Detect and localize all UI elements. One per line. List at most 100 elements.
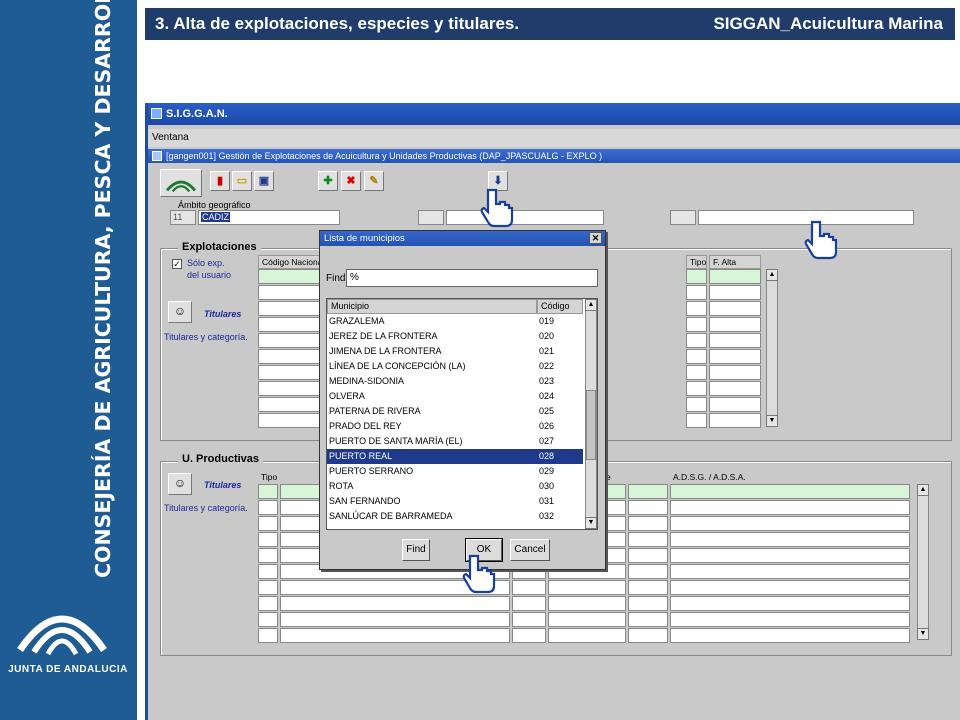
scroll-down-icon[interactable]: ▼ [766,415,778,427]
uproductiva-cell[interactable] [628,516,668,531]
ambito-name2-field[interactable] [446,210,604,225]
uproductiva-cell[interactable] [280,612,510,627]
explotacion-cell[interactable] [258,269,324,284]
explotacion-cell[interactable] [709,413,761,428]
explotacion-cell[interactable] [258,333,324,348]
menu-ventana[interactable]: Ventana [152,132,189,143]
titulares-button-label[interactable]: Titulares [204,309,241,319]
municipio-row[interactable]: PUERTO DE SANTA MARÍA (EL) 027 [327,434,583,449]
explotacion-cell[interactable] [686,397,707,412]
municipio-row[interactable]: OLVERA 024 [327,389,583,404]
uproductiva-cell[interactable] [628,548,668,563]
save-button[interactable]: ▣ [254,171,274,191]
explotacion-cell[interactable] [709,285,761,300]
municipio-row[interactable]: JIMENA DE LA FRONTERA 021 [327,344,583,359]
titulares-icon-button[interactable]: ☺ [168,301,192,323]
uproductiva-cell[interactable] [258,532,278,547]
uproductiva-cell[interactable] [670,612,910,627]
explotacion-cell[interactable] [686,349,707,364]
uproductiva-cell[interactable] [628,612,668,627]
uproductiva-cell[interactable] [628,484,668,499]
uproductiva-cell[interactable] [258,612,278,627]
uproductiva-cell[interactable] [670,516,910,531]
uproductiva-cell[interactable] [670,532,910,547]
uproductiva-cell[interactable] [280,596,510,611]
uproductiva-cell[interactable] [258,516,278,531]
scroll-up-icon[interactable]: ▲ [917,484,929,496]
uproductiva-cell[interactable] [670,500,910,515]
scroll-down-icon[interactable]: ▼ [585,517,597,529]
uproductiva-cell[interactable] [670,564,910,579]
cancel-button[interactable]: Cancel [510,539,550,561]
municipios-scrollbar[interactable]: ▲ ▼ [585,299,597,529]
uproductivas-scrollbar[interactable]: ▲ ▼ [917,484,929,640]
edit-button[interactable]: ✎ [364,171,384,191]
municipio-row[interactable]: JEREZ DE LA FRONTERA 020 [327,329,583,344]
explotacion-cell[interactable] [258,397,324,412]
explotacion-cell[interactable] [258,381,324,396]
scroll-thumb[interactable] [586,390,596,460]
uproductiva-cell[interactable] [258,564,278,579]
explotacion-cell[interactable] [258,365,324,380]
explotacion-cell[interactable] [686,333,707,348]
municipio-row[interactable]: SANLÚCAR DE BARRAMEDA 032 [327,509,583,524]
uproductiva-cell[interactable] [512,628,546,643]
find-input[interactable]: % [346,269,598,287]
explotacion-cell[interactable] [709,365,761,380]
uproductiva-cell[interactable] [628,532,668,547]
uproductiva-cell[interactable] [670,580,910,595]
uproductiva-cell[interactable] [512,580,546,595]
municipio-row[interactable]: LÍNEA DE LA CONCEPCIÓN (LA) 022 [327,359,583,374]
uproductiva-cell[interactable] [258,596,278,611]
uproductiva-cell[interactable] [512,612,546,627]
uproductiva-cell[interactable] [258,484,278,499]
explotacion-cell[interactable] [709,333,761,348]
scroll-up-icon[interactable]: ▲ [766,269,778,281]
uproductiva-cell[interactable] [258,580,278,595]
explotacion-cell[interactable] [709,269,761,284]
explotaciones-scrollbar[interactable]: ▲ ▼ [766,269,778,427]
explotacion-cell[interactable] [258,349,324,364]
explotacion-cell[interactable] [686,381,707,396]
uproductiva-cell[interactable] [628,628,668,643]
explotacion-cell[interactable] [709,397,761,412]
open-button[interactable]: ▭ [232,171,252,191]
uproductiva-cell[interactable] [258,628,278,643]
municipio-row[interactable]: PUERTO SERRANO 029 [327,464,583,479]
explotacion-cell[interactable] [258,285,324,300]
uproductiva-cell[interactable] [548,612,626,627]
up-titulares-icon-button[interactable]: ☺ [168,473,192,495]
explotacion-cell[interactable] [709,349,761,364]
explotacion-cell[interactable] [709,317,761,332]
explotacion-cell[interactable] [709,381,761,396]
uproductiva-cell[interactable] [548,596,626,611]
uproductiva-cell[interactable] [628,596,668,611]
explotacion-cell[interactable] [686,285,707,300]
uproductiva-cell[interactable] [280,628,510,643]
uproductiva-cell[interactable] [258,500,278,515]
explotacion-cell[interactable] [686,413,707,428]
explotacion-cell[interactable] [258,301,324,316]
delete-record-button[interactable]: ✖ [341,171,361,191]
explotacion-cell[interactable] [258,317,324,332]
uproductiva-cell[interactable] [670,548,910,563]
municipio-row[interactable]: PATERNA DE RIVERA 025 [327,404,583,419]
uproductiva-cell[interactable] [670,484,910,499]
solo-exp-checkbox[interactable]: ✓ [172,259,182,269]
uproductiva-cell[interactable] [512,596,546,611]
explotacion-cell[interactable] [686,317,707,332]
scroll-down-icon[interactable]: ▼ [917,628,929,640]
explotacion-cell[interactable] [686,301,707,316]
uproductiva-cell[interactable] [548,628,626,643]
municipio-row[interactable]: PRADO DEL REY 026 [327,419,583,434]
find-button[interactable]: Find [402,539,430,561]
explotacion-cell[interactable] [686,365,707,380]
exit-button[interactable]: ▮ [210,171,230,191]
explotacion-cell[interactable] [686,269,707,284]
uproductiva-cell[interactable] [548,580,626,595]
close-icon[interactable]: ✕ [589,232,602,244]
add-record-button[interactable]: ✚ [318,171,338,191]
municipio-row[interactable]: MEDINA-SIDONIA 023 [327,374,583,389]
scroll-up-icon[interactable]: ▲ [585,299,597,311]
uproductiva-cell[interactable] [628,580,668,595]
